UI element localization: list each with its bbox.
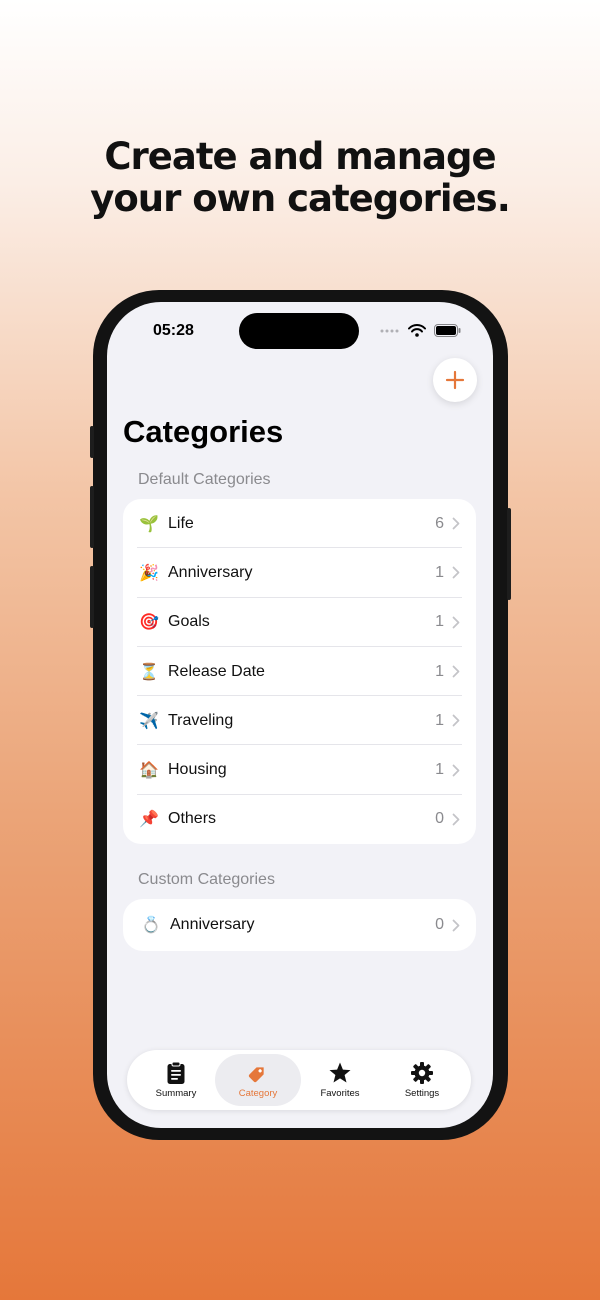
gear-icon [411, 1062, 433, 1084]
hourglass-icon: ⏳ [139, 663, 159, 681]
power-button [507, 508, 511, 600]
tab-bar: Summary Category Favorites Settings [127, 1050, 471, 1110]
tab-summary[interactable]: Summary [133, 1054, 219, 1106]
volume-up-button [90, 486, 94, 548]
target-icon: 🎯 [139, 614, 159, 632]
category-label: Others [168, 810, 217, 828]
category-label: Anniversary [170, 916, 255, 933]
category-label: Traveling [168, 711, 234, 729]
default-categories-list: 🌱 Life 6 🎉 Anniversary 1 🎯 Goals 1 ⏳ Rel… [123, 499, 476, 845]
category-row-housing[interactable]: 🏠 Housing 1 [123, 745, 476, 795]
party-popper-icon: 🎉 [139, 564, 159, 582]
default-categories-header: Default Categories [138, 471, 271, 488]
category-row-life[interactable]: 🌱 Life 6 [123, 499, 476, 549]
page-title: Categories [123, 414, 284, 449]
tab-label: Summary [155, 1088, 197, 1099]
category-row-traveling[interactable]: ✈️ Traveling 1 [123, 696, 476, 746]
ring-icon: 💍 [141, 917, 161, 934]
pushpin-icon: 📌 [139, 811, 159, 829]
custom-categories-header: Custom Categories [138, 871, 275, 888]
wifi-icon [408, 324, 426, 337]
category-label: Anniversary [168, 563, 253, 581]
battery-icon [434, 324, 461, 337]
app-screen: 05:28 Categories Default Categories 🌱 Li… [107, 302, 493, 1128]
chevron-right-icon [452, 813, 460, 826]
tab-settings[interactable]: Settings [379, 1054, 465, 1106]
signal-dots-icon [380, 329, 399, 332]
clipboard-icon [167, 1061, 185, 1084]
tab-label: Settings [404, 1088, 440, 1099]
category-count: 0 [435, 810, 444, 828]
chevron-right-icon [452, 665, 460, 678]
tab-label: Favorites [320, 1088, 360, 1099]
category-label: Goals [168, 613, 210, 631]
tab-label: Category [238, 1088, 278, 1099]
seedling-icon: 🌱 [139, 515, 159, 533]
chevron-right-icon [452, 764, 460, 777]
category-label: Housing [168, 761, 227, 779]
custom-category-row-anniversary[interactable]: 💍 Anniversary 0 [123, 899, 476, 951]
category-count: 6 [435, 514, 444, 532]
chevron-right-icon [452, 517, 460, 530]
headline-line-1: Create and manage [104, 135, 496, 178]
chevron-right-icon [452, 919, 460, 932]
category-row-anniversary[interactable]: 🎉 Anniversary 1 [123, 548, 476, 598]
category-count: 1 [435, 563, 444, 581]
volume-down-button [90, 566, 94, 628]
headline-line-2: your own categories. [90, 177, 511, 220]
category-count: 1 [435, 711, 444, 729]
tab-category[interactable]: Category [215, 1054, 301, 1106]
chevron-right-icon [452, 714, 460, 727]
category-count: 1 [435, 613, 444, 631]
category-row-release-date[interactable]: ⏳ Release Date 1 [123, 647, 476, 697]
status-icons [380, 324, 461, 337]
airplane-icon: ✈️ [139, 712, 159, 730]
category-label: Life [168, 514, 194, 532]
category-count: 0 [435, 916, 444, 933]
category-row-others[interactable]: 📌 Others 0 [123, 795, 476, 844]
star-icon [329, 1062, 351, 1083]
status-time: 05:28 [153, 322, 194, 339]
category-count: 1 [435, 662, 444, 680]
headline: Create and manage your own categories. [0, 136, 600, 220]
mute-switch [90, 426, 94, 458]
chevron-right-icon [452, 616, 460, 629]
category-count: 1 [435, 761, 444, 779]
custom-categories-list: 💍 Anniversary 0 [123, 899, 476, 951]
add-category-button[interactable] [433, 358, 477, 402]
tag-icon [248, 1067, 264, 1083]
category-row-goals[interactable]: 🎯 Goals 1 [123, 598, 476, 647]
plus-icon [445, 370, 465, 390]
category-label: Release Date [168, 662, 265, 680]
chevron-right-icon [452, 566, 460, 579]
house-icon: 🏠 [139, 762, 159, 780]
dynamic-island [239, 313, 359, 349]
tab-favorites[interactable]: Favorites [297, 1054, 383, 1106]
